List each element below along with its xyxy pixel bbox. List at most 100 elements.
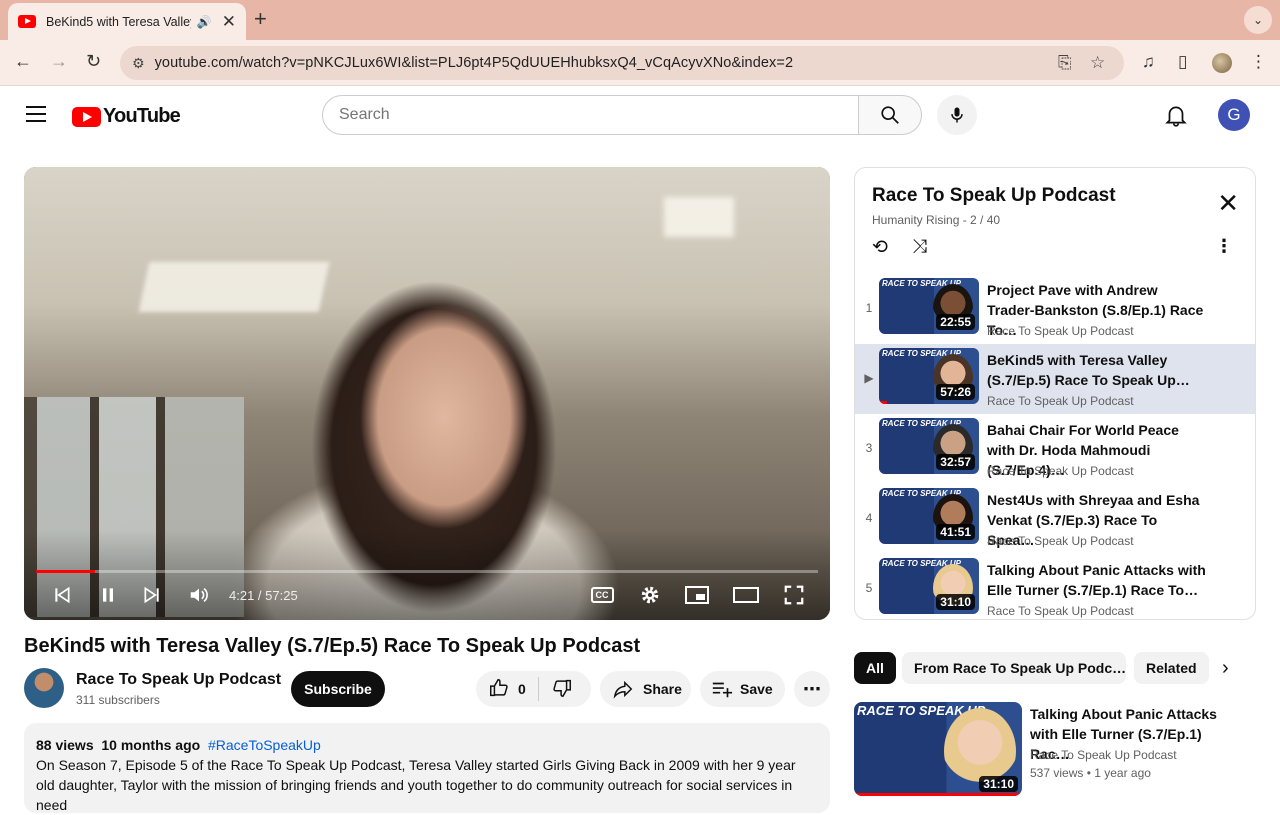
- dislike-button[interactable]: [551, 677, 573, 702]
- miniplayer-button[interactable]: [685, 583, 709, 607]
- browser-profile-avatar[interactable]: [1212, 53, 1232, 73]
- loop-playlist-icon[interactable]: ⟲: [872, 236, 888, 259]
- browser-menu-icon[interactable]: ⋮: [1250, 52, 1267, 72]
- back-icon[interactable]: ←: [14, 51, 32, 72]
- share-button[interactable]: Share: [600, 671, 691, 707]
- recommended-meta: 537 views • 1 year ago: [1030, 766, 1151, 780]
- chevron-right-icon[interactable]: ›: [1222, 657, 1229, 680]
- recommended-video[interactable]: RACE TO SPEAK UP 31:10 Talking About Pan…: [854, 702, 1256, 798]
- playlist-item[interactable]: 5 RACE TO SPEAK UP 31:10 Talking About Pani…: [855, 554, 1255, 619]
- playlist-item[interactable]: 4 RACE TO SPEAK UP 41:51 Nest4Us with Shrey…: [855, 484, 1255, 554]
- save-to-playlist-icon: [712, 682, 733, 698]
- channel-avatar[interactable]: [24, 668, 64, 708]
- playlist-item-index: 3: [865, 441, 873, 455]
- captions-button[interactable]: CC: [590, 583, 614, 607]
- channel-name[interactable]: Race To Speak Up Podcast: [76, 671, 281, 689]
- side-panel-icon[interactable]: ▯: [1178, 52, 1187, 72]
- save-label: Save: [740, 681, 773, 697]
- search-input[interactable]: [339, 106, 858, 124]
- new-tab-button[interactable]: +: [254, 6, 267, 32]
- playlist-item-title[interactable]: Talking About Panic Attacks with Elle Tu…: [987, 560, 1207, 600]
- voice-search-button[interactable]: [937, 95, 977, 135]
- playlist-item-index: 1: [865, 301, 873, 315]
- address-bar[interactable]: ⚙ youtube.com/watch?v=pNKCJLux6WI&list=P…: [120, 46, 1124, 80]
- thumbs-up-icon: [490, 678, 508, 696]
- video-thumbnail[interactable]: RACE TO SPEAK UP 31:10: [854, 702, 1022, 796]
- volume-icon: [190, 587, 208, 603]
- more-horizontal-icon: ⋯: [803, 678, 821, 699]
- more-actions-button[interactable]: ⋯: [794, 671, 830, 707]
- volume-button[interactable]: [187, 583, 211, 607]
- like-count: 0: [518, 681, 526, 697]
- gear-icon: [641, 586, 659, 604]
- playlist-subtitle: Humanity Rising - 2 / 40: [872, 213, 1001, 227]
- chip-all[interactable]: All: [854, 652, 896, 684]
- duration-badge: 22:55: [936, 314, 975, 330]
- save-button[interactable]: Save: [700, 671, 785, 707]
- chip-from-channel[interactable]: From Race To Speak Up Podc…: [902, 652, 1126, 684]
- hashtag-link[interactable]: #RaceToSpeakUp: [208, 737, 321, 753]
- video-thumbnail[interactable]: RACE TO SPEAK UP 32:57: [879, 418, 979, 474]
- playlist-item-index: 5: [865, 581, 873, 595]
- share-icon: [613, 680, 633, 699]
- account-avatar[interactable]: G: [1218, 99, 1250, 131]
- playlist-item[interactable]: ▶ RACE TO SPEAK UP 57:26 BeKind5 with Teres…: [855, 344, 1255, 414]
- bookmark-star-icon[interactable]: ☆: [1090, 53, 1105, 73]
- upload-age: 10 months ago: [101, 737, 201, 753]
- playlist-more-icon[interactable]: ⋮: [1215, 236, 1233, 257]
- captions-icon: CC: [590, 587, 614, 603]
- theater-mode-button[interactable]: [733, 583, 759, 607]
- subscribe-button[interactable]: Subscribe: [291, 671, 385, 707]
- video-thumbnail[interactable]: RACE TO SPEAK UP 57:26: [879, 348, 979, 404]
- site-info-icon[interactable]: ⚙: [132, 55, 145, 72]
- search-box: [322, 95, 859, 135]
- close-playlist-icon[interactable]: ✕: [1217, 190, 1239, 216]
- next-button[interactable]: [140, 583, 164, 607]
- playlist-item-channel[interactable]: Race To Speak Up Podcast: [987, 394, 1134, 408]
- video-thumbnail[interactable]: RACE TO SPEAK UP 41:51: [879, 488, 979, 544]
- video-player[interactable]: 4:21 / 57:25 CC: [24, 167, 830, 620]
- playlist-item[interactable]: 3 RACE TO SPEAK UP 32:57 Bahai Chair For Wo…: [855, 414, 1255, 484]
- like-button[interactable]: [488, 677, 510, 702]
- playlist-title[interactable]: Race To Speak Up Podcast: [872, 185, 1116, 207]
- settings-button[interactable]: [638, 583, 662, 607]
- search-button[interactable]: [858, 95, 922, 135]
- playlist-item-channel[interactable]: Race To Speak Up Podcast: [987, 324, 1134, 338]
- pause-button[interactable]: [96, 583, 120, 607]
- video-progress-bar[interactable]: [36, 570, 818, 573]
- notifications-button[interactable]: [1163, 102, 1189, 133]
- playlist-item[interactable]: 1 RACE TO SPEAK UP 22:55 Project Pave with …: [855, 274, 1255, 344]
- audio-playing-icon[interactable]: 🔊: [197, 15, 212, 29]
- youtube-play-logo-icon: [72, 106, 101, 127]
- media-controls-icon[interactable]: ♫: [1142, 52, 1155, 72]
- playlist-item-index: 4: [865, 511, 873, 525]
- playlist-item-title[interactable]: BeKind5 with Teresa Valley (S.7/Ep.5) Ra…: [987, 350, 1207, 390]
- subscriber-count: 311 subscribers: [76, 693, 160, 707]
- view-count: 88 views: [36, 737, 94, 753]
- playlist-item-channel[interactable]: Race To Speak Up Podcast: [987, 534, 1134, 548]
- youtube-favicon-icon: [18, 15, 36, 28]
- time-display: 4:21 / 57:25: [229, 588, 298, 603]
- fullscreen-button[interactable]: [782, 583, 806, 607]
- video-thumbnail[interactable]: RACE TO SPEAK UP 31:10: [879, 558, 979, 614]
- menu-icon[interactable]: [26, 106, 46, 122]
- previous-button[interactable]: [50, 583, 74, 607]
- browser-tab[interactable]: BeKind5 with Teresa Valley 🔊 ✕: [8, 3, 246, 40]
- recommended-channel[interactable]: Race To Speak Up Podcast: [1030, 748, 1177, 762]
- tab-search-button[interactable]: ⌄: [1244, 6, 1272, 34]
- chip-related[interactable]: Related: [1134, 652, 1209, 684]
- shuffle-icon[interactable]: ⤨: [912, 236, 927, 258]
- reload-icon[interactable]: ↻: [86, 51, 101, 72]
- playlist-panel: Race To Speak Up Podcast Humanity Rising…: [854, 167, 1256, 620]
- install-app-icon[interactable]: ⎘: [1058, 53, 1072, 73]
- forward-icon[interactable]: →: [50, 51, 68, 72]
- playlist-item-channel[interactable]: Race To Speak Up Podcast: [987, 464, 1134, 478]
- youtube-header: YouTube G: [0, 87, 1280, 143]
- playlist-item-channel[interactable]: Race To Speak Up Podcast: [987, 604, 1134, 618]
- youtube-logo[interactable]: YouTube: [72, 105, 181, 128]
- video-progress-fill: [36, 570, 96, 573]
- watched-progress: [879, 401, 887, 404]
- url-text[interactable]: youtube.com/watch?v=pNKCJLux6WI&list=PLJ…: [155, 55, 794, 71]
- close-tab-icon[interactable]: ✕: [222, 12, 236, 32]
- video-thumbnail[interactable]: RACE TO SPEAK UP 22:55: [879, 278, 979, 334]
